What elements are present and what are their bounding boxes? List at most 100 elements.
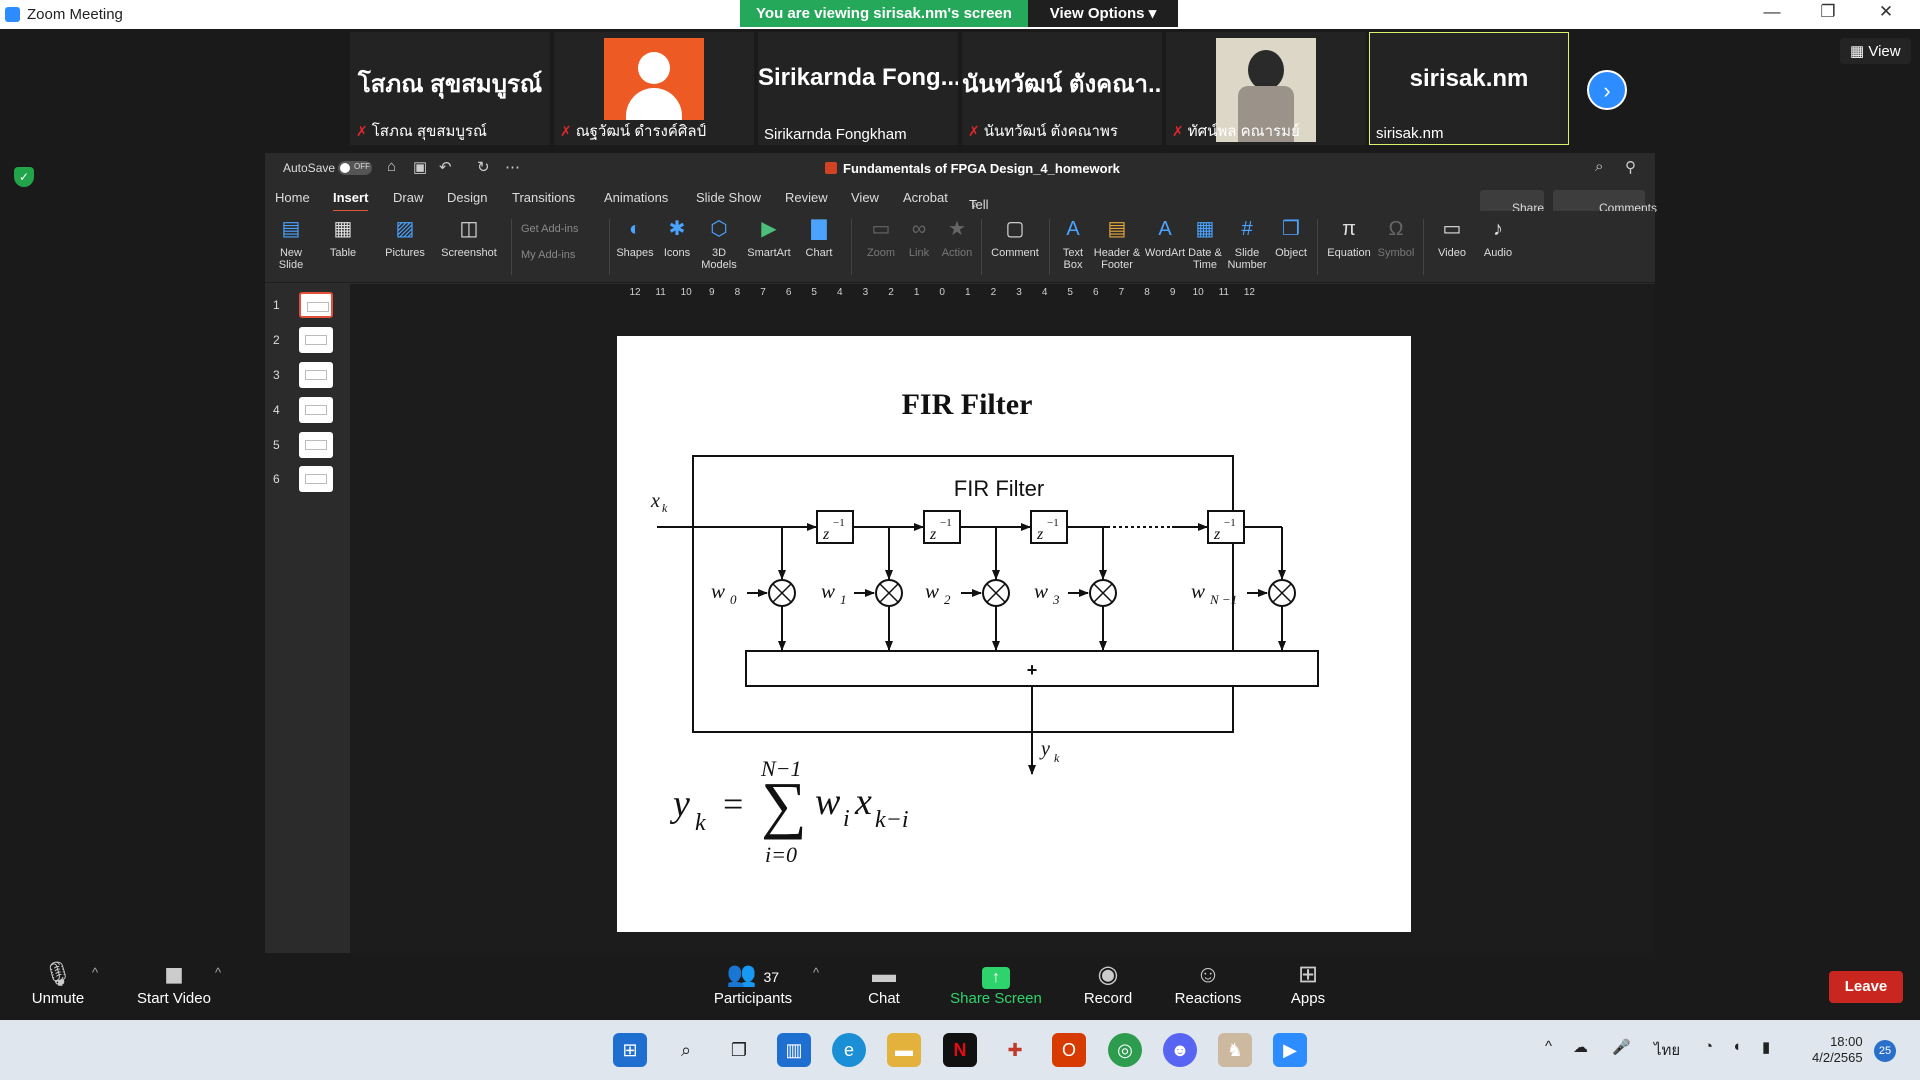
participant-tile[interactable]: นันทวัฒน์ ตังคณา... ✗ นันทวัฒน์ ตังคณาพร xyxy=(962,32,1162,145)
edge-browser-icon[interactable]: e xyxy=(832,1033,866,1067)
chart-button[interactable]: ▇ Chart xyxy=(799,215,839,259)
participant-tile[interactable]: โสภณ สุขสมบูรณ์ ✗ โสภณ สุขสมบูรณ์ xyxy=(350,32,550,145)
audio-button[interactable]: ♪ Audio xyxy=(1477,215,1519,259)
header-footer-button[interactable]: ▤ Header & Footer xyxy=(1093,215,1141,271)
new-slide-button[interactable]: ▤ New Slide xyxy=(273,215,309,271)
slide-number-button[interactable]: # Slide Number xyxy=(1225,215,1269,271)
chevron-up-icon[interactable]: ^ xyxy=(1545,1038,1552,1055)
home-icon[interactable]: ⌂ xyxy=(387,158,396,175)
apps-button[interactable]: ⊞ Apps xyxy=(1288,960,1328,1007)
video-button[interactable]: ▭ Video xyxy=(1431,215,1473,259)
tab-draw[interactable]: Draw xyxy=(393,190,423,205)
leave-button[interactable]: Leave xyxy=(1829,971,1903,1003)
tab-review[interactable]: Review xyxy=(785,190,828,205)
get-addins-button[interactable]: Get Add-ins xyxy=(521,223,578,235)
3d-models-button[interactable]: ⬡ 3D Models xyxy=(699,215,739,271)
comments-button[interactable]: Comments xyxy=(1553,190,1657,215)
game-app-icon[interactable]: ♞ xyxy=(1218,1033,1252,1067)
unmute-button[interactable]: 🎙 Unmute xyxy=(28,960,88,1007)
slide-thumbnail[interactable]: 5 xyxy=(273,432,343,462)
symbol-button[interactable]: Ω Symbol xyxy=(1375,215,1417,259)
reactions-button[interactable]: ☺ Reactions xyxy=(1173,960,1243,1007)
share-screen-button[interactable]: ↑ Share Screen xyxy=(950,960,1042,1007)
tab-acrobat[interactable]: Acrobat xyxy=(903,190,948,205)
tab-view[interactable]: View xyxy=(851,190,879,205)
more-icon[interactable]: ⋯ xyxy=(505,158,520,176)
slide-thumbnail[interactable]: 1 xyxy=(273,292,343,322)
wordart-button[interactable]: A WordArt xyxy=(1143,215,1187,259)
encryption-shield-icon[interactable]: ✓ xyxy=(14,167,34,187)
system-clock[interactable]: 18:00 4/2/2565 xyxy=(1812,1034,1863,1066)
tab-insert[interactable]: Insert xyxy=(333,190,369,212)
tab-animations[interactable]: Animations xyxy=(604,190,668,205)
object-button[interactable]: ❒ Object xyxy=(1271,215,1311,259)
onedrive-cloud-icon[interactable]: ☁ xyxy=(1573,1038,1588,1056)
gift-icon[interactable]: ✚ xyxy=(998,1033,1032,1067)
autosave-toggle[interactable]: OFF xyxy=(338,161,372,175)
share-button[interactable]: Share xyxy=(1480,190,1544,215)
chat-button[interactable]: ▬ Chat xyxy=(864,960,904,1007)
office-icon[interactable]: O xyxy=(1052,1033,1086,1067)
link-button[interactable]: ∞ Link xyxy=(901,215,937,259)
current-slide[interactable]: FIR Filter FIR Filter x k z −1 z −1 z −1… xyxy=(617,336,1411,932)
search-icon[interactable]: ⌕ xyxy=(669,1033,703,1067)
netflix-icon[interactable]: N xyxy=(943,1033,977,1067)
participant-tile-active-speaker[interactable]: sirisak.nm sirisak.nm xyxy=(1369,32,1569,145)
save-icon[interactable]: ▣ xyxy=(413,158,427,176)
audio-options-chevron-icon[interactable]: ^ xyxy=(92,965,98,980)
slide-thumbnail[interactable]: 4 xyxy=(273,397,343,427)
tab-design[interactable]: Design xyxy=(447,190,487,205)
microphone-icon[interactable]: 🎤 xyxy=(1612,1038,1631,1056)
tab-slide-show[interactable]: Slide Show xyxy=(696,190,761,205)
file-explorer-icon[interactable]: ▬ xyxy=(887,1033,921,1067)
view-button[interactable]: ▦ View xyxy=(1840,38,1911,64)
zoom-taskbar-icon[interactable]: ▶ xyxy=(1273,1033,1307,1067)
zoom-button[interactable]: ▭ Zoom xyxy=(863,215,899,259)
participant-tile[interactable]: ✗ ณฐวัฒน์ ดำรงค์ศิลป์ xyxy=(554,32,754,145)
video-options-chevron-icon[interactable]: ^ xyxy=(215,965,221,980)
volume-icon[interactable]: ◖ xyxy=(1732,1038,1741,1055)
slide-thumbnail[interactable]: 3 xyxy=(273,362,343,392)
participants-chevron-icon[interactable]: ^ xyxy=(813,965,819,980)
chrome-icon[interactable]: ◎ xyxy=(1108,1033,1142,1067)
text-box-button[interactable]: A Text Box xyxy=(1055,215,1091,271)
language-indicator[interactable]: ไทย xyxy=(1654,1038,1680,1062)
next-page-chevron-icon[interactable]: › xyxy=(1587,70,1627,110)
my-addins-button[interactable]: My Add-ins xyxy=(521,249,575,261)
search-icon[interactable]: ⌕ xyxy=(1595,158,1603,175)
smartart-button[interactable]: ▶ SmartArt xyxy=(743,215,795,259)
participant-tile[interactable]: ✗ ทัศน์พล คณารมย์ xyxy=(1166,32,1366,145)
widgets-icon[interactable]: ▥ xyxy=(777,1033,811,1067)
smartart-icon: ▶ xyxy=(761,218,777,240)
discord-icon[interactable]: ☻ xyxy=(1163,1033,1197,1067)
minimize-button[interactable]: — xyxy=(1752,2,1792,26)
pictures-button[interactable]: ▨ Pictures xyxy=(385,215,425,259)
task-view-icon[interactable]: ❐ xyxy=(722,1033,756,1067)
equation-button[interactable]: π Equation xyxy=(1325,215,1373,259)
wifi-icon[interactable]: ◔ xyxy=(1704,1038,1713,1055)
redo-icon[interactable]: ↻ xyxy=(477,158,490,176)
participants-button[interactable]: 👥 37 Participants xyxy=(712,960,794,1007)
screenshot-button[interactable]: ◫ Screenshot xyxy=(441,215,497,259)
record-button[interactable]: ◉ Record xyxy=(1082,960,1134,1007)
table-button[interactable]: ▦ Table xyxy=(325,215,361,259)
slide-thumbnail[interactable]: 6 xyxy=(273,466,343,496)
start-video-button[interactable]: ◼ Start Video xyxy=(133,960,215,1007)
battery-icon[interactable]: ▮ xyxy=(1762,1038,1770,1056)
close-button[interactable]: ✕ xyxy=(1866,2,1906,26)
restore-button[interactable]: ❐ xyxy=(1808,2,1848,26)
view-options-button[interactable]: View Options ▾ xyxy=(1028,0,1178,27)
slide-thumbnail[interactable]: 2 xyxy=(273,327,343,357)
tab-home[interactable]: Home xyxy=(275,190,310,205)
notification-badge[interactable]: 25 xyxy=(1874,1040,1896,1062)
account-icon[interactable]: ⚲ xyxy=(1625,158,1636,176)
date-time-button[interactable]: ▦ Date & Time xyxy=(1187,215,1223,271)
action-button[interactable]: ★ Action xyxy=(937,215,977,259)
comment-button[interactable]: ▢ Comment xyxy=(987,215,1043,259)
windows-start-icon[interactable]: ⊞ xyxy=(613,1033,647,1067)
participant-tile[interactable]: Sirikarnda Fong... Sirikarnda Fongkham xyxy=(758,32,958,145)
undo-icon[interactable]: ↶ xyxy=(439,158,452,176)
tab-transitions[interactable]: Transitions xyxy=(512,190,575,205)
shapes-button[interactable]: ◐ Shapes xyxy=(615,215,655,259)
icons-button[interactable]: ✱ Icons xyxy=(659,215,695,259)
